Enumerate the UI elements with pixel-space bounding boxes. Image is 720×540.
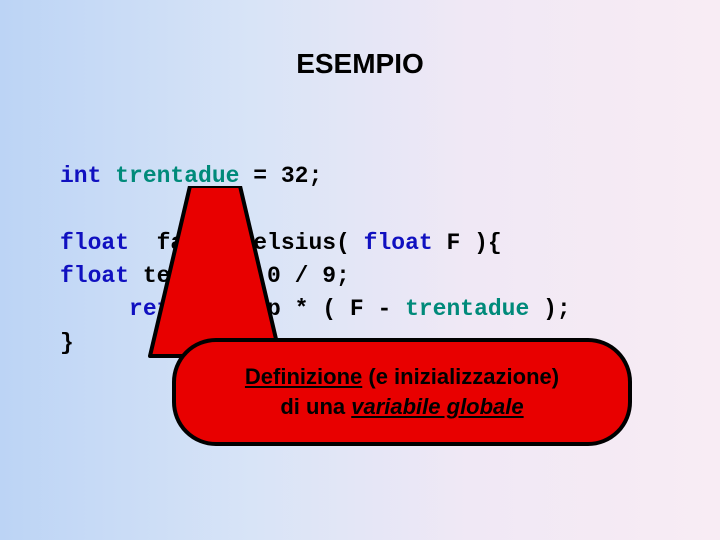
- identifier-trentadue: trentadue: [101, 163, 239, 189]
- code-text: = 32;: [239, 163, 322, 189]
- identifier-trentadue: trentadue: [405, 296, 529, 322]
- code-line-4: return temp * ( F - trentadue );: [60, 293, 571, 326]
- code-text: fahrToCelsius(: [143, 230, 364, 256]
- keyword-float: float: [364, 230, 433, 256]
- callout-underlined-italic: variabile globale: [351, 394, 523, 419]
- code-line-1: int trentadue = 32;: [60, 160, 571, 193]
- keyword-return: return: [60, 296, 212, 322]
- code-text: );: [529, 296, 570, 322]
- code-text: temp * ( F -: [212, 296, 405, 322]
- callout-line-1: Definizione (e inizializzazione): [245, 362, 559, 392]
- callout-bubble: Definizione (e inizializzazione) di una …: [172, 338, 632, 446]
- keyword-float: float: [60, 263, 143, 289]
- callout-line-2: di una variabile globale: [280, 392, 523, 422]
- blank-line: [60, 193, 571, 226]
- keyword-float: float: [60, 230, 143, 256]
- code-text: F ){: [433, 230, 502, 256]
- callout-text: (e inizializzazione): [362, 364, 559, 389]
- slide-title: ESEMPIO: [0, 0, 720, 80]
- code-line-2: float fahrToCelsius( float F ){: [60, 227, 571, 260]
- keyword-int: int: [60, 163, 101, 189]
- callout-underlined: Definizione: [245, 364, 362, 389]
- callout-text: di una: [280, 394, 351, 419]
- code-line-3: float temp = 5.0 / 9;: [60, 260, 571, 293]
- code-block: int trentadue = 32; float fahrToCelsius(…: [60, 160, 571, 360]
- code-text: temp = 5.0 / 9;: [143, 263, 350, 289]
